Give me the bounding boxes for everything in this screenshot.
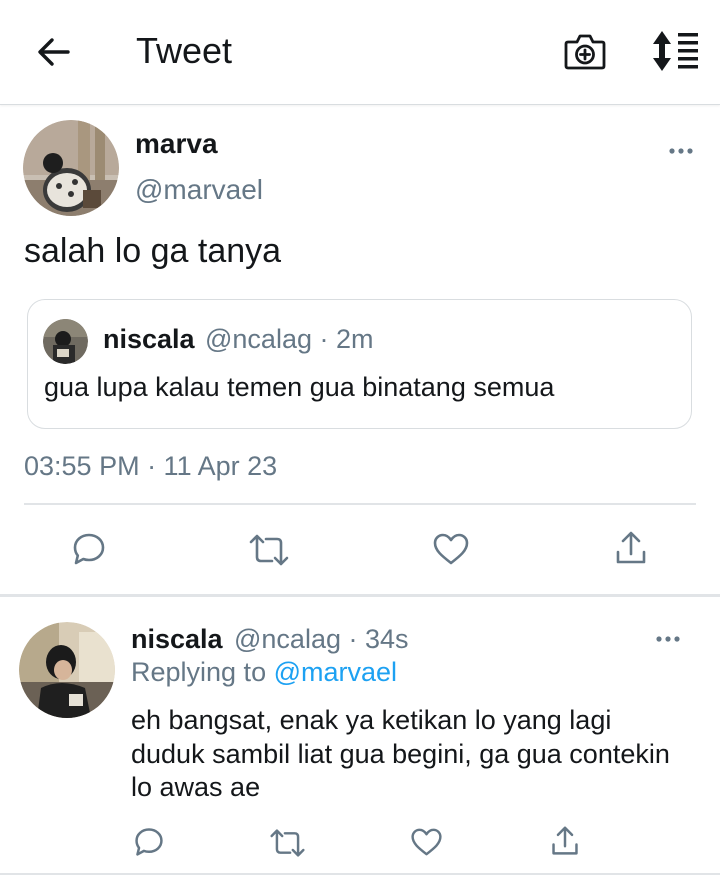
reply-avatar[interactable] [19, 622, 115, 718]
replying-to: Replying to @marvael [131, 657, 397, 688]
sort-icon[interactable] [650, 30, 700, 72]
quote-avatar [43, 319, 88, 364]
replying-to-prefix: Replying to [131, 657, 267, 687]
more-options-icon[interactable] [668, 147, 694, 155]
camera-add-icon[interactable] [563, 30, 607, 72]
share-icon[interactable] [614, 530, 648, 566]
quote-text: gua lupa kalau temen gua binatang semua [44, 372, 555, 402]
replying-to-handle-link[interactable]: @marvael [274, 657, 397, 687]
tweet-timestamp[interactable]: 03:55 PM · 11 Apr 23 [24, 451, 277, 482]
reply-icon[interactable] [71, 531, 107, 567]
quoted-tweet[interactable]: niscala @ncalag · 2m gua lupa kalau teme… [27, 299, 692, 429]
reply-like-heart-icon[interactable] [410, 827, 443, 857]
reply-avatar-photo [19, 622, 115, 718]
display-name[interactable]: marva [135, 128, 218, 160]
retweet-icon[interactable] [248, 533, 290, 567]
avatar[interactable] [23, 120, 119, 216]
divider [24, 503, 696, 505]
reply-handle-time[interactable]: @ncalag · 34s [234, 624, 409, 655]
reply-retweet-icon[interactable] [269, 828, 306, 858]
quote-avatar-photo [43, 319, 88, 364]
like-heart-icon[interactable] [432, 532, 470, 566]
section-divider [0, 594, 720, 597]
bottom-divider [0, 873, 720, 875]
quote-handle-time: @ncalag · 2m [205, 324, 374, 354]
quote-display-name: niscala [103, 324, 195, 354]
reply-display-name[interactable]: niscala [131, 624, 223, 655]
avatar-photo [23, 120, 119, 216]
user-handle[interactable]: @marvael [135, 174, 263, 206]
reply-text: eh bangsat, enak ya ketikan lo yang lagi… [131, 705, 670, 802]
page-title: Tweet [136, 30, 233, 71]
back-arrow-icon[interactable] [34, 32, 74, 72]
top-bar: Tweet [0, 0, 720, 105]
tweet-text: salah lo ga tanya [24, 232, 282, 270]
reply-share-icon[interactable] [550, 825, 580, 857]
reply-more-options-icon[interactable] [655, 635, 681, 643]
reply-reply-icon[interactable] [133, 826, 165, 858]
